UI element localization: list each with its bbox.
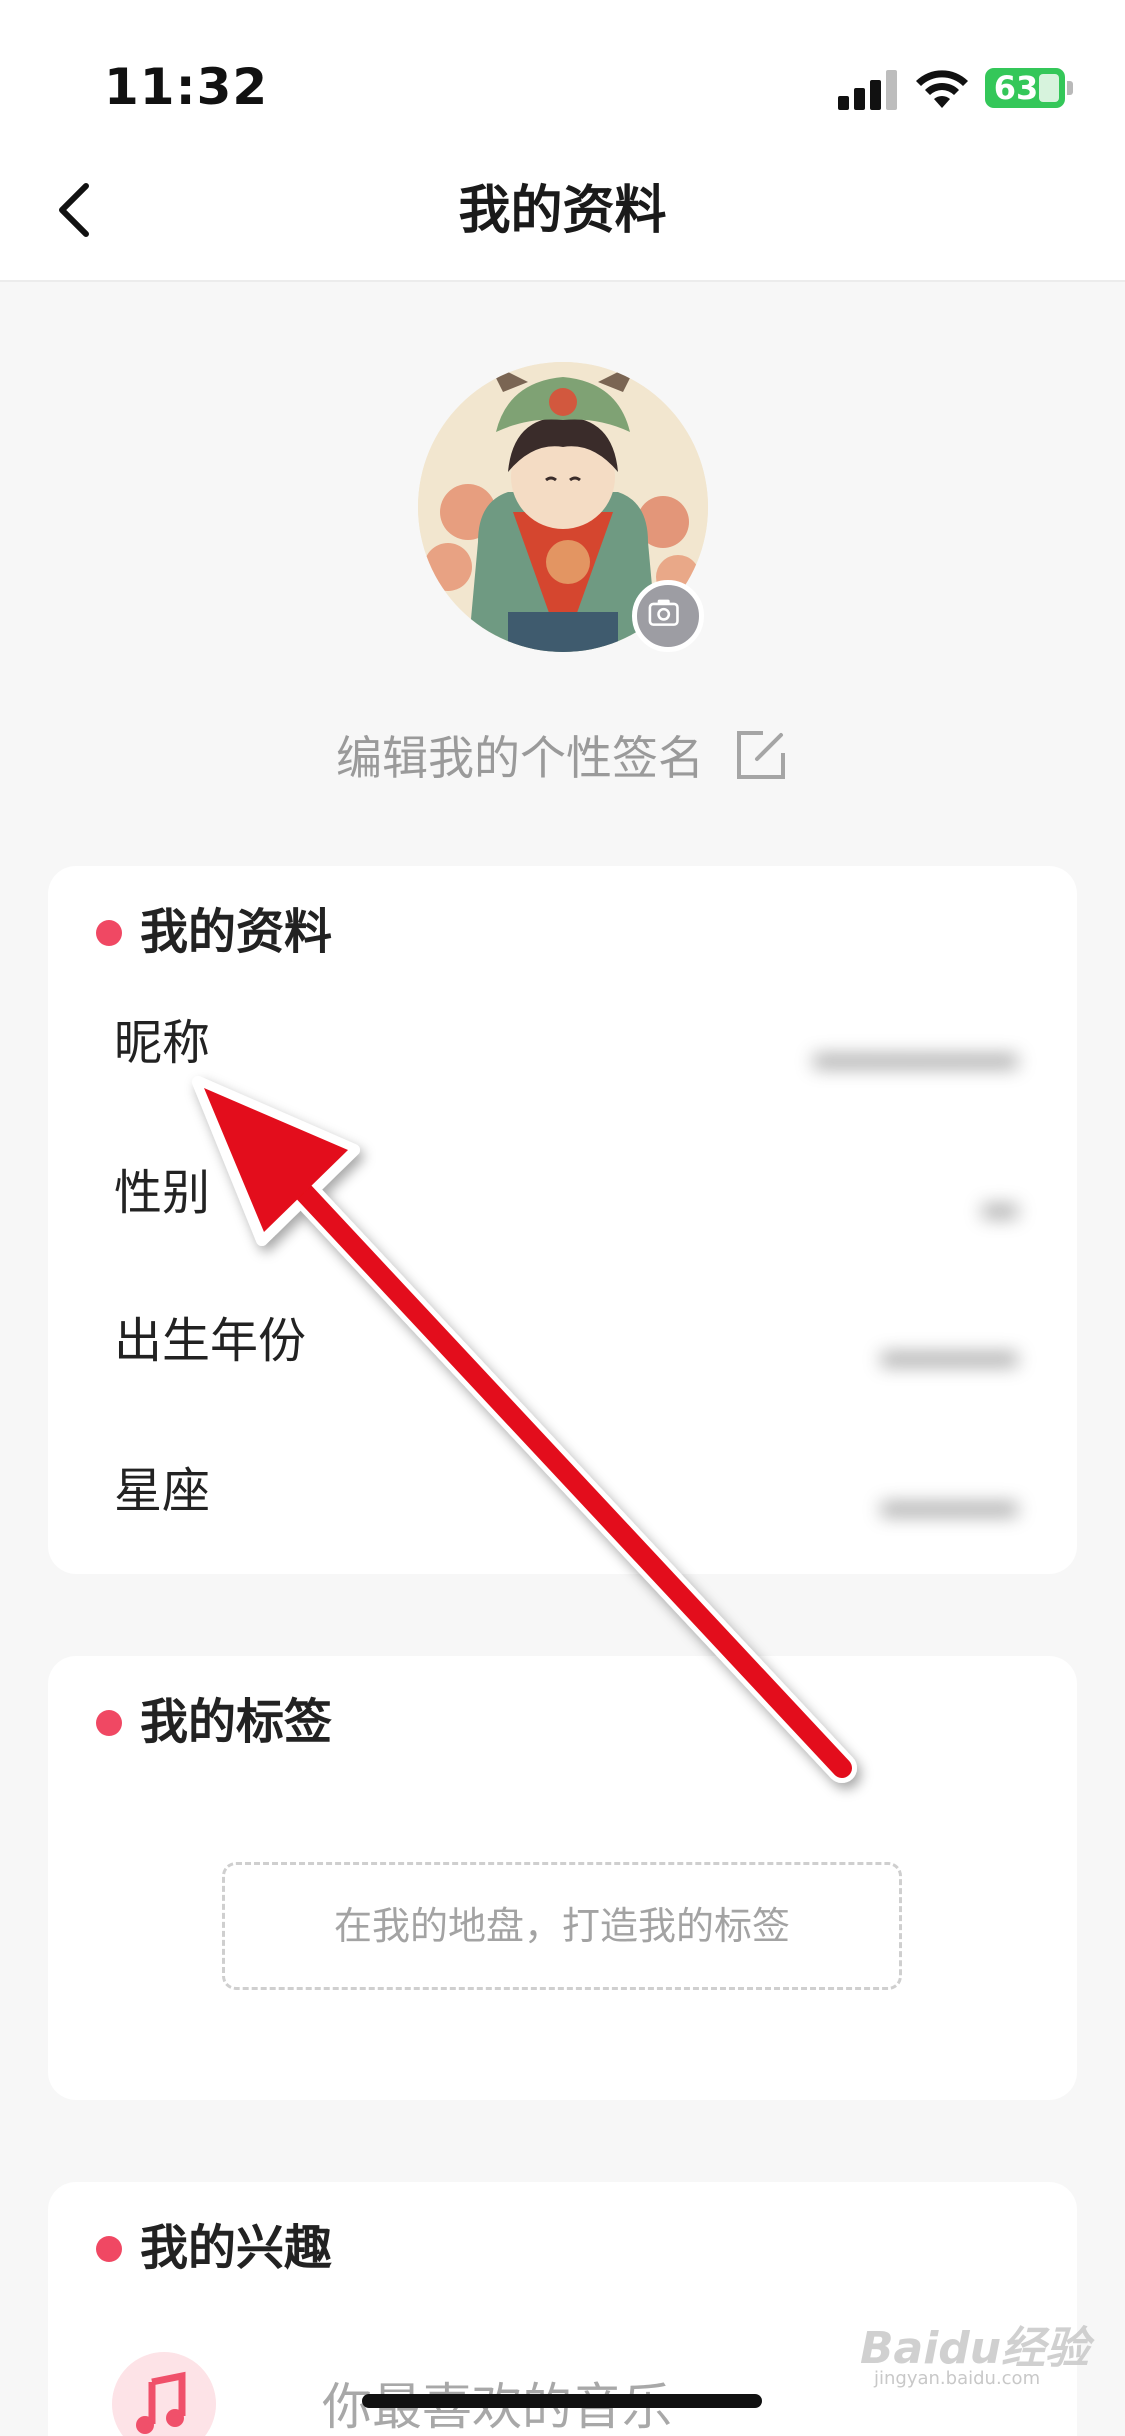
- profile-row-birth-year[interactable]: 出生年份 ▂▂▂▂: [48, 1266, 1077, 1416]
- accent-dot: [96, 1710, 122, 1736]
- row-value-blurred: ▂▂▂▂▂▂: [813, 1017, 1017, 1068]
- baidu-watermark: Baidu经验 jingyan.baidu.com: [860, 2312, 1089, 2389]
- row-value-blurred: ▂▂▂▂: [881, 1465, 1017, 1516]
- row-value-blurred: ▂: [983, 1167, 1017, 1218]
- nav-bar: 我的资料: [0, 140, 1125, 282]
- accent-dot: [96, 2236, 122, 2262]
- page-title: 我的资料: [458, 181, 667, 241]
- wifi-icon: [916, 70, 968, 108]
- row-label: 星座: [114, 1463, 211, 1519]
- card-title: 我的资料: [140, 904, 333, 960]
- music-note-icon[interactable]: [112, 2352, 216, 2436]
- signature-row[interactable]: 编辑我的个性签名: [0, 722, 1125, 788]
- row-label: 性别: [114, 1165, 211, 1221]
- accent-dot: [96, 920, 122, 946]
- profile-row-constellation[interactable]: 星座 ▂▂▂▂: [48, 1416, 1077, 1566]
- status-bar: 11:32 63: [0, 0, 1125, 140]
- profile-row-nickname[interactable]: 昵称 ▂▂▂▂▂▂: [48, 968, 1077, 1118]
- tags-card: 我的标签 在我的地盘，打造我的标签: [48, 1656, 1077, 2100]
- status-time: 11:32: [104, 58, 269, 116]
- row-label: 出生年份: [114, 1313, 307, 1369]
- add-tags-button[interactable]: 在我的地盘，打造我的标签: [222, 1862, 902, 1990]
- bolt-icon: [1039, 74, 1059, 102]
- signature-placeholder[interactable]: 编辑我的个性签名: [336, 731, 704, 785]
- profile-row-gender[interactable]: 性别 ▂: [48, 1118, 1077, 1268]
- profile-card: 我的资料 昵称 ▂▂▂▂▂▂ 性别 ▂ 出生年份 ▂▂▂▂ 星座 ▂▂▂▂: [48, 866, 1077, 1574]
- home-indicator[interactable]: [362, 2394, 762, 2408]
- battery-percent: 63: [993, 69, 1039, 107]
- edit-icon[interactable]: [733, 727, 789, 783]
- signal-icon: [838, 70, 898, 110]
- card-title: 我的兴趣: [140, 2220, 333, 2276]
- row-value-blurred: ▂▂▂▂: [881, 1315, 1017, 1366]
- row-label: 昵称: [114, 1015, 211, 1071]
- card-title: 我的标签: [140, 1694, 333, 1750]
- screen: 11:32 63 我的资料 编辑我的个性签名 我的资料 昵称 ▂▂▂▂▂▂ 性别…: [0, 0, 1125, 2436]
- watermark-sub: jingyan.baidu.com: [874, 2368, 1041, 2389]
- camera-icon[interactable]: [632, 580, 704, 652]
- watermark-text: Baidu经验: [860, 2323, 1090, 2374]
- chevron-left-icon[interactable]: [40, 170, 120, 250]
- battery-charging-icon: 63: [985, 68, 1073, 108]
